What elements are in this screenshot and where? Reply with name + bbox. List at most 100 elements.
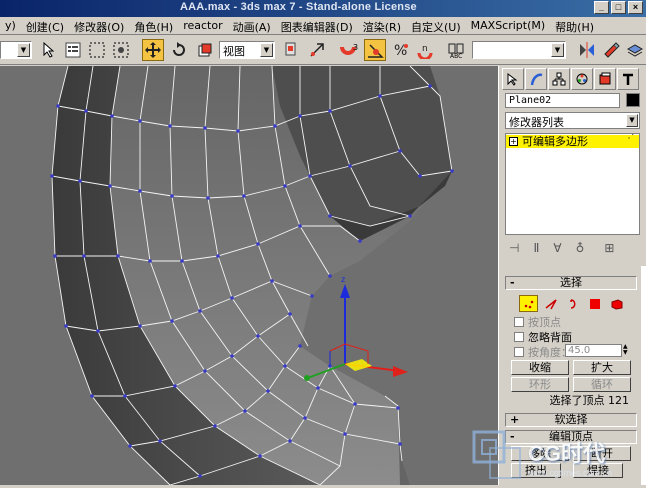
vertex-level-button[interactable] [519, 295, 538, 312]
selection-filter-dropdown[interactable]: ▼ [0, 41, 32, 59]
layer-manager-button[interactable] [624, 39, 646, 61]
window-title: AAA.max - 3ds max 7 - Stand-alone Licens… [180, 1, 417, 13]
hierarchy-tab[interactable] [548, 68, 570, 90]
modify-icon [530, 73, 543, 86]
chevron-down-icon: ▼ [626, 114, 638, 127]
menu-bar: y) 创建(C) 修改器(O) 角色(H) reactor 动画(A) 图表编辑… [0, 17, 646, 35]
rotate-icon [173, 42, 185, 56]
object-color-swatch[interactable] [626, 93, 640, 107]
command-panel: Plane02 修改器列表 ▼ + 可编辑多边形 ·˙ ⊣ Ⅱ ∀ ♁ ⊞ - … [498, 66, 646, 485]
menu-character[interactable]: 角色(H) [129, 17, 178, 34]
by-angle-checkbox[interactable]: 按角度： [514, 344, 572, 360]
scale-icon [198, 43, 212, 57]
watermark-title: CG时代 [528, 441, 606, 466]
menu-maxscript[interactable]: MAXScript(M) [466, 17, 551, 34]
create-tab[interactable] [502, 68, 524, 90]
rectangular-selection-button[interactable] [86, 39, 108, 61]
menu-animation[interactable]: 动画(A) [228, 17, 276, 34]
manipulate-icon [310, 43, 324, 57]
magnet-snap-icon: 3 [340, 43, 358, 55]
menu-help[interactable]: 帮助(H) [550, 17, 599, 34]
maximize-button[interactable]: □ [611, 1, 626, 14]
named-selection-icon: ABC [448, 43, 464, 59]
x-axis-arrow-icon [393, 366, 408, 377]
menu-reactor[interactable]: reactor [178, 17, 227, 34]
edge-level-button[interactable] [541, 295, 560, 312]
element-level-button[interactable] [607, 295, 626, 312]
pin-stack-icon[interactable]: ⊣ [509, 241, 519, 259]
selection-rollout-header[interactable]: - 选择 [505, 276, 637, 290]
modify-tab[interactable] [525, 68, 547, 90]
polygon-level-button[interactable] [585, 295, 604, 312]
vertex-icon [524, 300, 533, 308]
chevron-down-icon: ▼ [551, 43, 564, 57]
edge-icon [545, 298, 557, 309]
window-crossing-button[interactable] [110, 39, 132, 61]
show-end-result-icon[interactable]: Ⅱ [533, 241, 539, 259]
utilities-tab[interactable] [617, 68, 639, 90]
angle-snap-toggle-button[interactable] [364, 39, 386, 61]
perspective-viewport[interactable]: z [0, 66, 498, 485]
angle-spinner-arrows-icon[interactable]: ▲ ▼ [623, 344, 631, 357]
chevron-down-icon: ▼ [17, 43, 30, 57]
align-button[interactable] [600, 39, 622, 61]
menu-rendering[interactable]: 渲染(R) [358, 17, 406, 34]
modifier-stack[interactable]: + 可编辑多边形 ·˙ [505, 133, 640, 235]
select-and-rotate-button[interactable] [168, 39, 190, 61]
minimize-button[interactable]: _ [594, 1, 609, 14]
polygon-icon [589, 298, 600, 309]
make-unique-icon[interactable]: ∀ [553, 241, 561, 259]
shrink-button[interactable]: 收缩 [511, 360, 569, 375]
menu-views[interactable]: y) [0, 17, 21, 34]
display-tab[interactable] [594, 68, 616, 90]
svg-text:n: n [422, 44, 428, 54]
loop-button[interactable]: 循环 [573, 377, 631, 392]
menu-create[interactable]: 创建(C) [21, 17, 69, 34]
angle-value-field[interactable]: 45.0 [565, 344, 622, 357]
main-toolbar: ▼ 视图 ▼ 3 % n ABC ▼ [0, 35, 646, 65]
snaps-toggle-button[interactable]: 3 [338, 39, 360, 61]
expand-plus-icon[interactable]: + [509, 137, 518, 146]
menu-customize[interactable]: 自定义(U) [406, 17, 466, 34]
pivot-center-button[interactable] [280, 39, 302, 61]
element-icon [611, 298, 622, 310]
selection-rectangle-icon [89, 42, 105, 58]
border-level-button[interactable] [563, 295, 582, 312]
pivot-center-icon [285, 42, 296, 56]
border-icon [569, 298, 575, 309]
move-icon [145, 42, 161, 58]
select-object-button[interactable] [38, 39, 60, 61]
svg-text:ABC: ABC [450, 53, 462, 59]
stack-item-editable-poly[interactable]: + 可编辑多边形 ·˙ [506, 134, 639, 148]
spinner-snap-toggle-button[interactable]: n [414, 39, 436, 61]
remove-modifier-icon[interactable]: ♁ [576, 241, 585, 259]
select-and-scale-button[interactable] [194, 39, 216, 61]
list-icon [65, 42, 81, 58]
chevron-down-icon: ▼ [260, 43, 273, 57]
utilities-icon [623, 73, 633, 85]
edit-named-selection-button[interactable]: ABC [446, 39, 468, 61]
configure-modifier-sets-icon[interactable]: ⊞ [604, 241, 614, 259]
layers-icon [626, 44, 644, 57]
motion-tab[interactable] [571, 68, 593, 90]
watermark: CG时代 www.cgtimes.com.cn [470, 424, 646, 485]
select-by-name-button[interactable] [62, 39, 84, 61]
named-selection-sets-dropdown[interactable]: ▼ [472, 41, 566, 59]
mirror-button[interactable] [576, 39, 598, 61]
menu-modifiers[interactable]: 修改器(O) [69, 17, 129, 34]
svg-text:z: z [341, 275, 345, 284]
menu-graph-editors[interactable]: 图表编辑器(D) [276, 17, 358, 34]
close-button[interactable]: × [628, 1, 643, 14]
object-name-field[interactable]: Plane02 [505, 93, 620, 108]
select-and-manipulate-button[interactable] [306, 39, 328, 61]
grow-button[interactable]: 扩大 [573, 360, 631, 375]
modifier-list-dropdown[interactable]: 修改器列表 ▼ [505, 112, 640, 129]
ring-button[interactable]: 环形 [511, 377, 569, 392]
angle-snap-icon [368, 44, 384, 58]
by-vertex-checkbox[interactable]: 按顶点 [514, 314, 561, 330]
align-icon [604, 42, 620, 58]
percent-snap-toggle-button[interactable]: % [390, 39, 412, 61]
reference-coordinate-dropdown[interactable]: 视图 ▼ [219, 41, 275, 59]
select-and-move-button[interactable] [142, 39, 164, 61]
ignore-backfacing-checkbox[interactable]: 忽略背面 [514, 329, 572, 345]
